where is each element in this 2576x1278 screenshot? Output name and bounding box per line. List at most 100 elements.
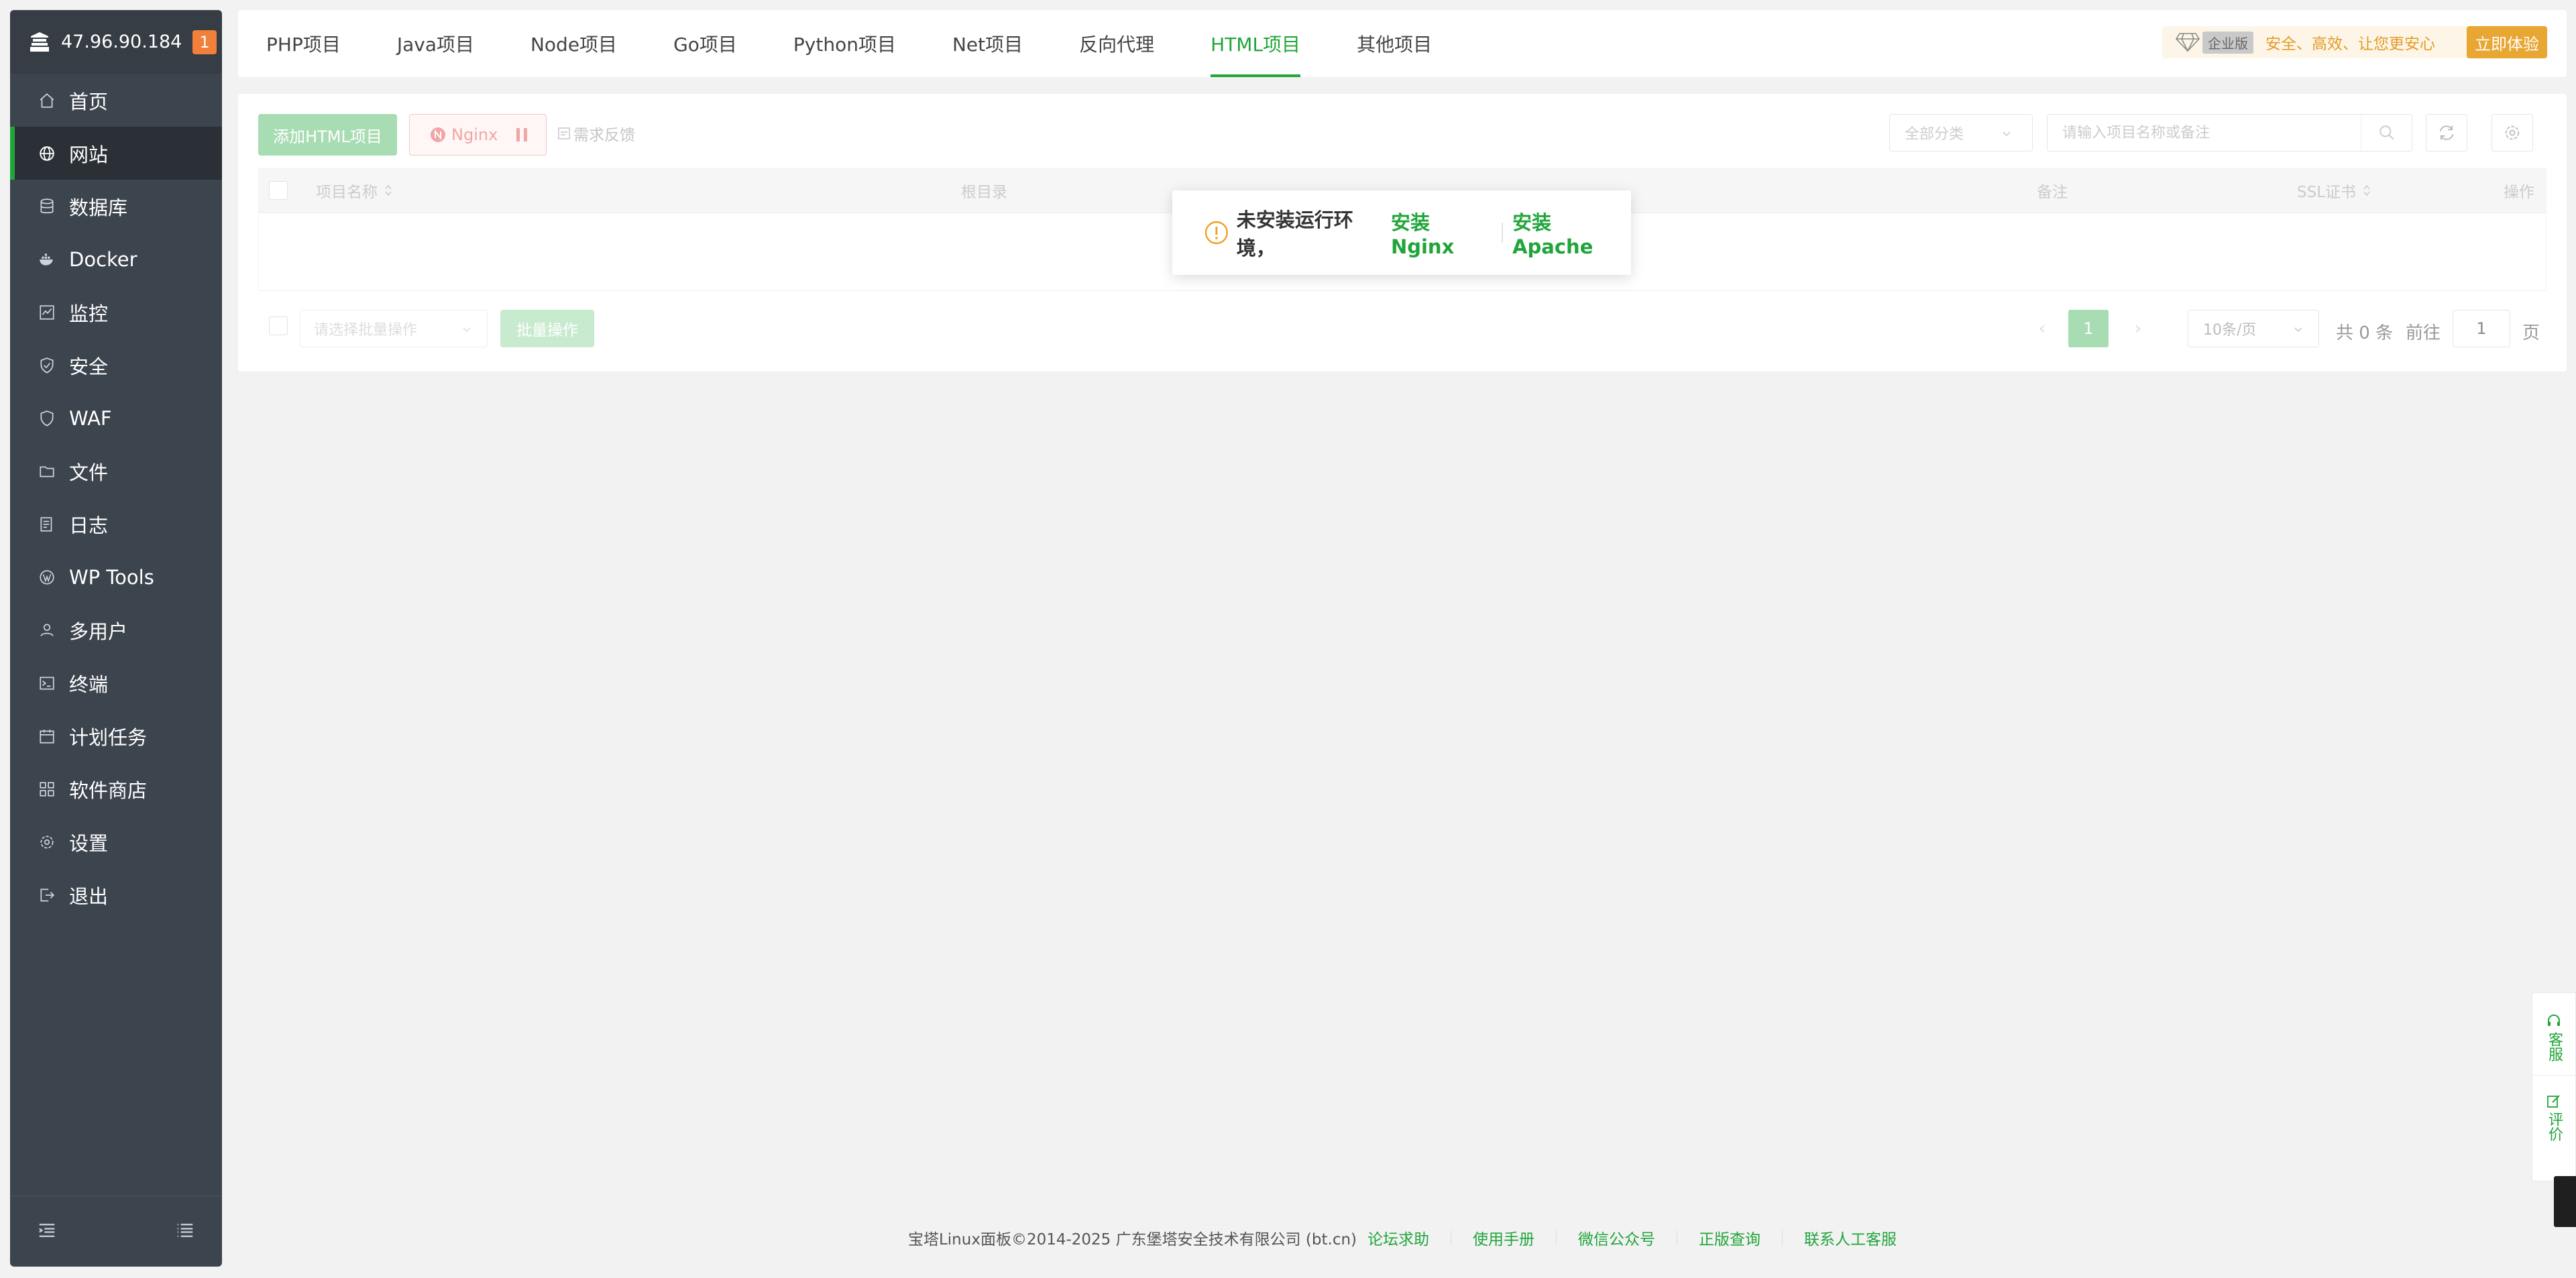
footer-link-manual[interactable]: 使用手册 <box>1473 1226 1534 1249</box>
table-settings-button[interactable] <box>2491 114 2533 152</box>
sidebar-item-terminal[interactable]: 终端 <box>10 656 222 709</box>
terminal-icon <box>38 675 56 692</box>
sidebar-item-waf[interactable]: WAF <box>10 392 222 445</box>
docker-icon <box>38 251 56 268</box>
floating-help-panel: 客服 评价 <box>2532 992 2576 1181</box>
batch-select-placeholder: 请选择批量操作 <box>314 322 418 339</box>
collapse-menu-icon[interactable] <box>37 1220 57 1243</box>
try-enterprise-button[interactable]: 立即体验 <box>2467 26 2547 58</box>
sidebar-item-docker[interactable]: Docker <box>10 233 222 286</box>
category-select-value: 全部分类 <box>1905 126 1964 143</box>
copyright-text: 宝塔Linux面板©2014-2025 广东堡塔安全技术有限公司 (bt.cn) <box>907 1231 1357 1248</box>
headset-icon <box>2548 1014 2560 1026</box>
tab-python[interactable]: Python项目 <box>793 10 896 77</box>
nginx-status-button[interactable]: Nginx <box>409 114 547 156</box>
folder-icon <box>38 463 56 480</box>
category-select[interactable]: 全部分类 <box>1889 114 2033 152</box>
page-footer: 宝塔Linux面板©2014-2025 广东堡塔安全技术有限公司 (bt.cn)… <box>238 1224 2567 1251</box>
sidebar-item-monitor[interactable]: 监控 <box>10 286 222 339</box>
column-ssl[interactable]: SSL证书 <box>2297 168 2371 213</box>
chevron-down-icon <box>2294 327 2302 333</box>
pagination-total: 共 0 条 <box>2336 323 2394 343</box>
sidebar-item-security[interactable]: 安全 <box>10 339 222 392</box>
tab-label: 其他项目 <box>1357 34 1433 56</box>
sidebar-item-logout[interactable]: 退出 <box>10 868 222 921</box>
enterprise-slogan: 安全、高效、让您更安心 <box>2265 36 2435 53</box>
select-all-checkbox[interactable] <box>269 181 288 200</box>
refresh-button[interactable] <box>2426 114 2467 152</box>
sidebar-item-settings[interactable]: 设置 <box>10 815 222 868</box>
chevron-down-icon <box>463 327 471 333</box>
pagination-goto-input[interactable] <box>2453 310 2510 347</box>
apps-icon <box>38 780 56 798</box>
review-button[interactable]: 评价 <box>2532 1075 2575 1141</box>
tab-label: Go项目 <box>673 34 737 56</box>
page-size-value: 10条/页 <box>2203 322 2257 339</box>
tab-reverse-proxy[interactable]: 反向代理 <box>1079 10 1154 77</box>
page-size-select[interactable]: 10条/页 <box>2188 310 2319 347</box>
sidebar-item-label: 首页 <box>69 90 109 113</box>
notification-badge[interactable]: 1 <box>192 30 217 54</box>
feedback-icon <box>558 127 570 139</box>
sidebar-footer <box>10 1196 222 1267</box>
column-actions: 操作 <box>2504 168 2534 213</box>
tab-php[interactable]: PHP项目 <box>266 10 341 77</box>
sidebar-item-wp-tools[interactable]: WP Tools <box>10 550 222 603</box>
footer-divider <box>1556 1230 1557 1245</box>
sidebar-item-multi-user[interactable]: 多用户 <box>10 603 222 656</box>
pagination-next[interactable]: › <box>2125 310 2151 347</box>
search-button[interactable] <box>2361 115 2412 151</box>
tab-net[interactable]: Net项目 <box>952 10 1023 77</box>
menu-list-icon[interactable] <box>175 1220 195 1243</box>
server-header[interactable]: 47.96.90.184 1 <box>10 10 222 74</box>
sidebar-item-label: 软件商店 <box>69 778 148 802</box>
customer-service-label: 客服 <box>2546 1032 2563 1061</box>
sidebar-item-label: 终端 <box>69 673 109 696</box>
sidebar-item-label: 计划任务 <box>69 725 148 749</box>
pagination-current-page[interactable]: 1 <box>2068 310 2109 347</box>
tab-java[interactable]: Java项目 <box>397 10 474 77</box>
sidebar-item-files[interactable]: 文件 <box>10 445 222 498</box>
customer-service-button[interactable]: 客服 <box>2532 993 2575 1061</box>
pause-icon <box>516 128 528 141</box>
add-html-project-button[interactable]: 添加HTML项目 <box>258 114 397 156</box>
gear-icon <box>38 833 56 851</box>
batch-operation-select[interactable]: 请选择批量操作 <box>300 310 488 347</box>
tab-go[interactable]: Go项目 <box>673 10 737 77</box>
warning-icon <box>1205 221 1228 245</box>
pagination-page-suffix: 页 <box>2522 323 2540 343</box>
log-icon <box>38 516 56 533</box>
install-nginx-link[interactable]: 安装Nginx <box>1391 207 1492 258</box>
install-apache-link[interactable]: 安装Apache <box>1512 207 1631 258</box>
tab-other[interactable]: 其他项目 <box>1357 10 1432 77</box>
sidebar-item-logs[interactable]: 日志 <box>10 498 222 550</box>
nginx-label: Nginx <box>451 125 498 144</box>
footer-link-support[interactable]: 联系人工客服 <box>1804 1226 1897 1249</box>
sidebar-item-cron[interactable]: 计划任务 <box>10 709 222 762</box>
batch-operation-button[interactable]: 批量操作 <box>500 310 594 347</box>
tab-html[interactable]: HTML项目 <box>1211 10 1300 77</box>
enterprise-banner[interactable]: 企业版 安全、高效、让您更安心 <box>2162 26 2484 58</box>
batch-select-checkbox[interactable] <box>269 316 288 335</box>
sidebar-item-label: 安全 <box>69 355 109 378</box>
sidebar-item-label: 多用户 <box>69 620 128 643</box>
column-label: 备注 <box>2037 184 2068 201</box>
sidebar-item-website[interactable]: 网站 <box>10 127 222 180</box>
footer-link-wechat[interactable]: 微信公众号 <box>1578 1226 1655 1249</box>
pagination-prev[interactable]: ‹ <box>2029 310 2056 347</box>
column-project-name[interactable]: 项目名称 <box>316 168 392 213</box>
tab-label: PHP项目 <box>266 34 341 56</box>
sidebar-item-database[interactable]: 数据库 <box>10 180 222 233</box>
gear-icon <box>2505 125 2520 140</box>
footer-link-license[interactable]: 正版查询 <box>1699 1226 1760 1249</box>
sidebar-item-home[interactable]: 首页 <box>10 74 222 127</box>
tab-node[interactable]: Node项目 <box>530 10 617 77</box>
footer-link-forum[interactable]: 论坛求助 <box>1367 1226 1429 1249</box>
sidebar-item-app-store[interactable]: 软件商店 <box>10 762 222 815</box>
feedback-link[interactable]: 需求反馈 <box>557 122 635 145</box>
tab-label: Python项目 <box>793 34 896 56</box>
search-input[interactable] <box>2048 115 2363 151</box>
floating-side-tab[interactable] <box>2554 1176 2576 1227</box>
wordpress-icon <box>38 569 56 586</box>
feedback-label: 需求反馈 <box>573 127 635 144</box>
